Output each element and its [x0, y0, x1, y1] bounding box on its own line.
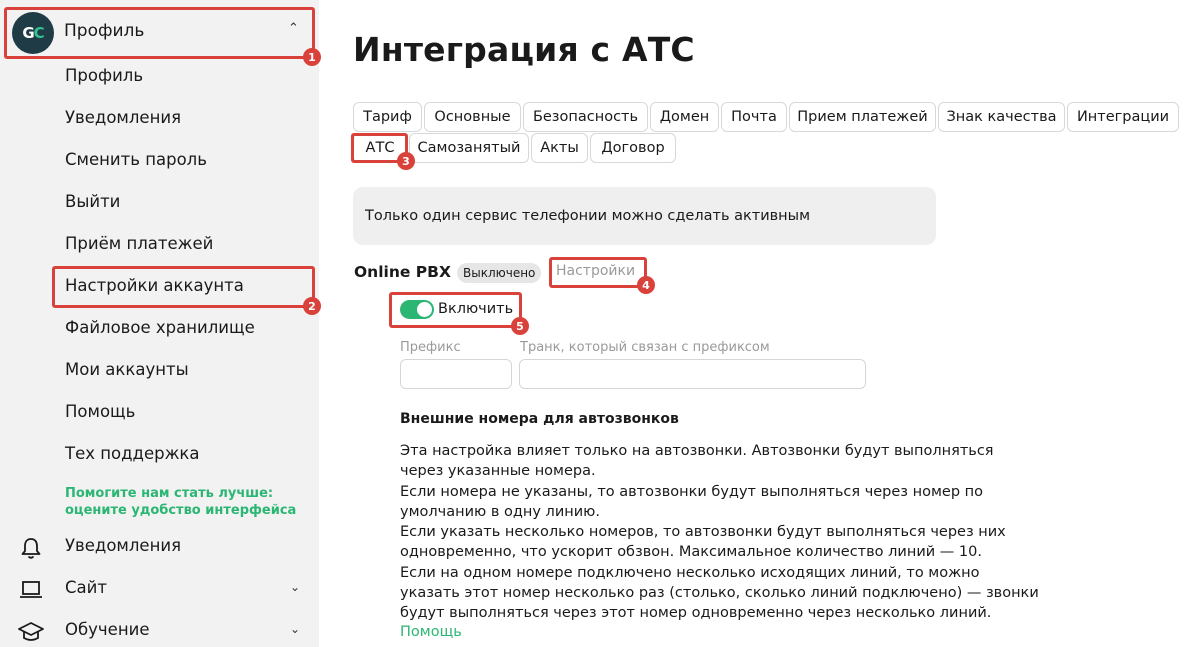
sidebar-item-change-password[interactable]: Сменить пароль	[65, 150, 207, 169]
trunk-input[interactable]	[519, 359, 866, 389]
tab-domain[interactable]: Домен	[650, 102, 719, 132]
feedback-line-2: оцените удобство интерфейса	[65, 503, 297, 518]
graduation-cap-icon	[18, 622, 44, 641]
annotation-box-1	[4, 7, 315, 59]
feedback-link[interactable]: Помогите нам стать лучше: оцените удобст…	[65, 485, 296, 519]
section-title: Внешние номера для автозвонков	[400, 411, 679, 427]
prefix-input[interactable]	[400, 359, 512, 389]
tab-acts[interactable]: Акты	[531, 133, 588, 163]
tab-mail[interactable]: Почта	[721, 102, 787, 132]
annotation-badge-3: 3	[397, 152, 415, 170]
annotation-badge-2: 2	[303, 297, 321, 315]
sidebar-item-profile[interactable]: Профиль	[65, 66, 143, 85]
annotation-box-5	[389, 292, 522, 328]
chevron-down-icon[interactable]: ⌄	[290, 580, 300, 594]
tab-self-employed[interactable]: Самозанятый	[409, 133, 529, 163]
prefix-label: Префикс	[400, 340, 461, 355]
tab-security[interactable]: Безопасность	[523, 102, 648, 132]
sidebar-item-payments[interactable]: Приём платежей	[65, 234, 213, 253]
page-title: Интеграция с АТС	[353, 30, 695, 69]
sidebar-group-notifications[interactable]: Уведомления	[0, 532, 319, 562]
annotation-badge-5: 5	[511, 317, 529, 335]
sidebar-item-logout[interactable]: Выйти	[65, 192, 120, 211]
description-paragraph: Если номера не указаны, то автозвонки бу…	[400, 483, 984, 520]
sidebar-item-my-accounts[interactable]: Мои аккаунты	[65, 360, 189, 379]
tab-quality-mark[interactable]: Знак качества	[938, 102, 1065, 132]
pbx-title: Online PBX	[354, 263, 451, 281]
help-link[interactable]: Помощь	[400, 624, 462, 640]
annotation-badge-1: 1	[303, 48, 321, 66]
description: Эта настройка влияет только на автозвонк…	[400, 441, 1040, 624]
sidebar-group-label: Обучение	[65, 620, 150, 639]
tab-integrations[interactable]: Интеграции	[1067, 102, 1179, 132]
annotation-box-2	[52, 266, 315, 308]
sidebar-group-label: Сайт	[65, 578, 107, 597]
chevron-down-icon[interactable]: ⌄	[290, 622, 300, 636]
tab-payments[interactable]: Прием платежей	[789, 102, 936, 132]
annotation-box-4	[549, 257, 647, 288]
description-paragraph: Если указать несколько номеров, то автоз…	[400, 524, 1006, 561]
description-paragraph: Если на одном номере подключено нескольк…	[400, 564, 1039, 622]
sidebar-item-tech-support[interactable]: Тех поддержка	[65, 444, 200, 463]
sidebar: GC Профиль ⌃ Профиль Уведомления Сменить…	[0, 0, 319, 647]
feedback-line-1: Помогите нам стать лучше:	[65, 486, 274, 501]
tab-tariff[interactable]: Тариф	[353, 102, 422, 132]
trunk-label: Транк, который связан с префиксом	[520, 340, 770, 355]
sidebar-item-file-storage[interactable]: Файловое хранилище	[65, 318, 255, 337]
status-badge: Выключено	[457, 263, 542, 283]
sidebar-group-label: Уведомления	[65, 536, 182, 555]
laptop-icon	[20, 581, 42, 598]
tab-basic[interactable]: Основные	[424, 102, 521, 132]
bell-icon	[21, 538, 41, 559]
tab-contract[interactable]: Договор	[590, 133, 676, 163]
sidebar-item-notifications[interactable]: Уведомления	[65, 108, 181, 127]
sidebar-group-site[interactable]: Сайт ⌄	[0, 574, 319, 604]
sidebar-group-learning[interactable]: Обучение ⌄	[0, 616, 319, 646]
info-notice: Только один сервис телефонии можно сдела…	[353, 187, 936, 245]
sidebar-item-help[interactable]: Помощь	[65, 402, 135, 421]
description-paragraph: Эта настройка влияет только на автозвонк…	[400, 443, 994, 480]
annotation-badge-4: 4	[637, 276, 655, 294]
